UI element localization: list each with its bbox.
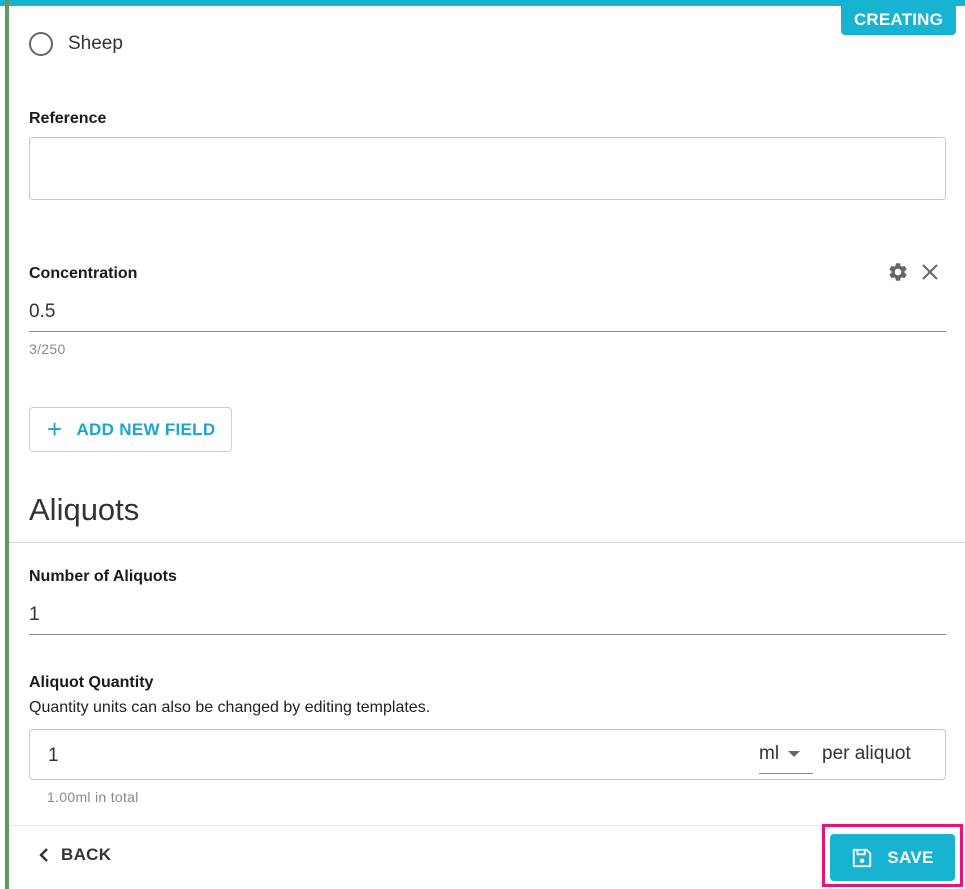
back-button[interactable]: BACK: [38, 845, 111, 865]
char-counter: 3/250: [29, 341, 66, 357]
status-badge: CREATING: [841, 5, 956, 35]
unit-value: ml: [759, 743, 780, 764]
radio-label: Sheep: [68, 33, 123, 54]
number-of-aliquots-input[interactable]: 1: [29, 604, 946, 635]
add-new-field-button[interactable]: + ADD NEW FIELD: [29, 407, 232, 452]
chevron-left-icon: [38, 847, 50, 863]
per-aliquot-label: per aliquot: [822, 743, 911, 764]
top-accent-bar: [0, 0, 965, 6]
radio-button[interactable]: [29, 32, 53, 56]
save-icon: [851, 847, 873, 869]
section-divider: [9, 542, 965, 543]
save-button[interactable]: SAVE: [830, 834, 955, 881]
reference-input[interactable]: [29, 137, 946, 200]
concentration-input[interactable]: 0.5: [29, 301, 946, 332]
number-of-aliquots-label: Number of Aliquots: [29, 568, 177, 585]
aliquot-quantity-input[interactable]: 1: [48, 745, 59, 767]
save-label: SAVE: [887, 847, 934, 867]
back-label: BACK: [61, 845, 112, 864]
reference-label: Reference: [29, 110, 107, 127]
caret-down-icon: [788, 751, 801, 757]
total-quantity-text: 1.00ml in total: [47, 789, 139, 805]
quantity-units-note: Quantity units can also be changed by ed…: [29, 699, 431, 716]
plus-icon: +: [47, 413, 63, 444]
gear-icon[interactable]: [886, 260, 910, 284]
unit-select[interactable]: ml: [759, 742, 813, 774]
radio-option-sheep[interactable]: Sheep: [29, 32, 123, 56]
close-icon[interactable]: [918, 260, 942, 284]
aliquot-quantity-label: Aliquot Quantity: [29, 674, 154, 691]
section-title-aliquots: Aliquots: [29, 492, 140, 527]
concentration-label: Concentration: [29, 265, 138, 282]
aliquot-quantity-field: 1 ml per aliquot: [29, 729, 946, 780]
left-accent-bar: [5, 0, 9, 889]
add-new-field-label: ADD NEW FIELD: [76, 419, 216, 439]
